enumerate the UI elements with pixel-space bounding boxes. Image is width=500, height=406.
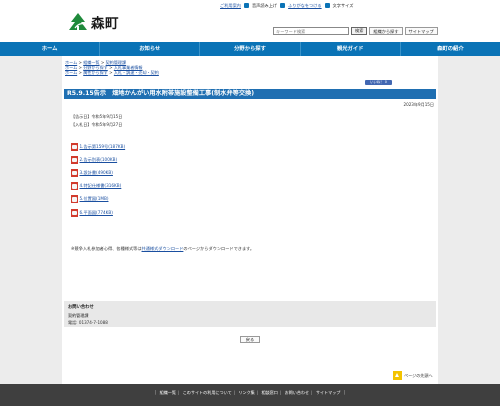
pdf-icon: [71, 168, 78, 177]
speaker-icon: [243, 3, 249, 8]
footer-nav: [ 組織一覧 | このサイトの利用について | リンク集 | 相談窓口 | お問い合わせ…: [154, 390, 346, 395]
attachment-link[interactable]: 6.平面図(774KB): [80, 210, 113, 216]
footer-link[interactable]: このサイトの利用について: [183, 390, 232, 395]
pdf-icon: [71, 142, 78, 151]
footer-link[interactable]: 相談窓口: [261, 390, 277, 395]
breadcrumb: ホーム > 組織一覧 > 契約管理課 ホーム > 分野から探す > 入札事業者情…: [65, 60, 159, 76]
attachment-link[interactable]: 3.設計書(490KB): [80, 170, 113, 176]
footer-link[interactable]: リンク集: [238, 390, 254, 395]
facebook-like-button[interactable]: いいね！ 0: [365, 80, 392, 85]
nav-tourism[interactable]: 観光ガイド: [301, 42, 401, 56]
pdf-icon: [71, 208, 78, 217]
bid-date: 【入札日】令和5年9月27日: [71, 121, 123, 127]
voice-link[interactable]: 音声読み上げ: [252, 3, 277, 9]
contact-phone: 電話: 01374-7-1088: [68, 320, 108, 325]
note-text: ※競争入札参加者心得、各種様式等は: [71, 246, 142, 251]
download-note: ※競争入札参加者心得、各種様式等は共通様式ダウンロードのページからダウンロードで…: [71, 246, 254, 252]
guide-link[interactable]: ご利用案内: [220, 3, 241, 9]
nav-home[interactable]: ホーム: [0, 42, 101, 56]
text-size-icon: [324, 3, 330, 8]
attachment-item: 4.特記仕様書(316KB): [71, 180, 125, 193]
main-content: ホーム > 組織一覧 > 契約管理課 ホーム > 分野から探す > 入札事業者情…: [62, 56, 438, 384]
attachment-link[interactable]: 2.告示別表(100KB): [80, 157, 118, 163]
attachment-link[interactable]: 4.特記仕様書(316KB): [80, 183, 122, 189]
contact-title: お問い合わせ: [68, 305, 94, 310]
page-top-link[interactable]: ページの先頭へ: [393, 371, 433, 380]
attachment-item: 3.設計書(490KB): [71, 166, 125, 179]
pdf-icon: [71, 195, 78, 204]
footer-link[interactable]: 組織一覧: [160, 390, 176, 395]
nav-categories[interactable]: 分野から探す: [200, 42, 301, 56]
footer-link[interactable]: サイトマップ: [316, 390, 341, 395]
arrow-up-icon: [393, 371, 402, 380]
attachment-item: 5.位置図(1MB): [71, 193, 125, 206]
footer-link[interactable]: お問い合わせ: [285, 390, 310, 395]
attachment-link[interactable]: 5.位置図(1MB): [80, 196, 109, 202]
page-title: R5.9.15告示 畑地かんがい用水附帯施設整備工事(制水弁等交換): [64, 89, 436, 99]
breadcrumb-row: ホーム > 属性から探す > 入札・調達・売却・契約: [65, 70, 159, 76]
attachment-item: 1.告示第159号(187KB): [71, 140, 125, 153]
breadcrumb-link[interactable]: ホーム: [65, 70, 77, 75]
back-button[interactable]: 戻る: [240, 336, 260, 343]
sitemap-button[interactable]: サイトマップ: [404, 27, 438, 35]
publish-date: 2023年9月15日: [403, 102, 434, 107]
notice-date: 【告示日】令和5年9月15日: [71, 114, 123, 119]
text-size-label[interactable]: 文字サイズ: [333, 3, 354, 9]
notice-dates: 【告示日】令和5年9月15日 【入札日】令和5年9月27日: [71, 113, 122, 128]
page-top-label: ページの先頭へ: [404, 372, 433, 378]
note-text: のページからダウンロードできます。: [183, 246, 255, 251]
attachment-item: 6.平面図(774KB): [71, 206, 125, 219]
forest-logo-icon: [69, 13, 87, 30]
logo-text: 森町: [91, 16, 119, 32]
org-search-button[interactable]: 組織から探す: [369, 27, 403, 35]
search-button[interactable]: 検索: [351, 27, 368, 35]
contact-box: お問い合わせ 契約管理課 電話: 01374-7-1088: [64, 301, 436, 327]
site-logo[interactable]: 森町: [67, 12, 119, 32]
attachment-list: 1.告示第159号(187KB) 2.告示別表(100KB) 3.設計書(490…: [71, 140, 125, 219]
search-input[interactable]: [273, 27, 349, 35]
site-footer: [ 組織一覧 | このサイトの利用について | リンク集 | 相談窓口 | お問い合わせ…: [0, 384, 500, 406]
pdf-icon: [71, 182, 78, 191]
nav-news[interactable]: お知らせ: [100, 42, 201, 56]
site-header: 森町 ご利用案内 音声読み上げ ふりがなをつける 文字サイズ 検索 組織から探す…: [0, 0, 500, 42]
ruby-link[interactable]: ふりがなをつける: [288, 3, 322, 9]
attachment-link[interactable]: 1.告示第159号(187KB): [80, 144, 126, 150]
breadcrumb-link[interactable]: 属性から探す: [83, 70, 108, 75]
breadcrumb-link[interactable]: 入札・調達・売却・契約: [114, 70, 159, 75]
common-forms-link[interactable]: 共通様式ダウンロード: [142, 246, 184, 251]
contact-department: 契約管理課: [68, 312, 89, 318]
attachment-item: 2.告示別表(100KB): [71, 153, 125, 166]
search-area: 検索 組織から探す サイトマップ: [273, 27, 438, 35]
ruby-icon: [280, 3, 286, 8]
nav-about[interactable]: 森町の紹介: [401, 42, 500, 56]
global-nav: ホーム お知らせ 分野から探す 観光ガイド 森町の紹介: [0, 42, 500, 56]
pdf-icon: [71, 155, 78, 164]
utility-bar: ご利用案内 音声読み上げ ふりがなをつける 文字サイズ: [220, 2, 353, 9]
